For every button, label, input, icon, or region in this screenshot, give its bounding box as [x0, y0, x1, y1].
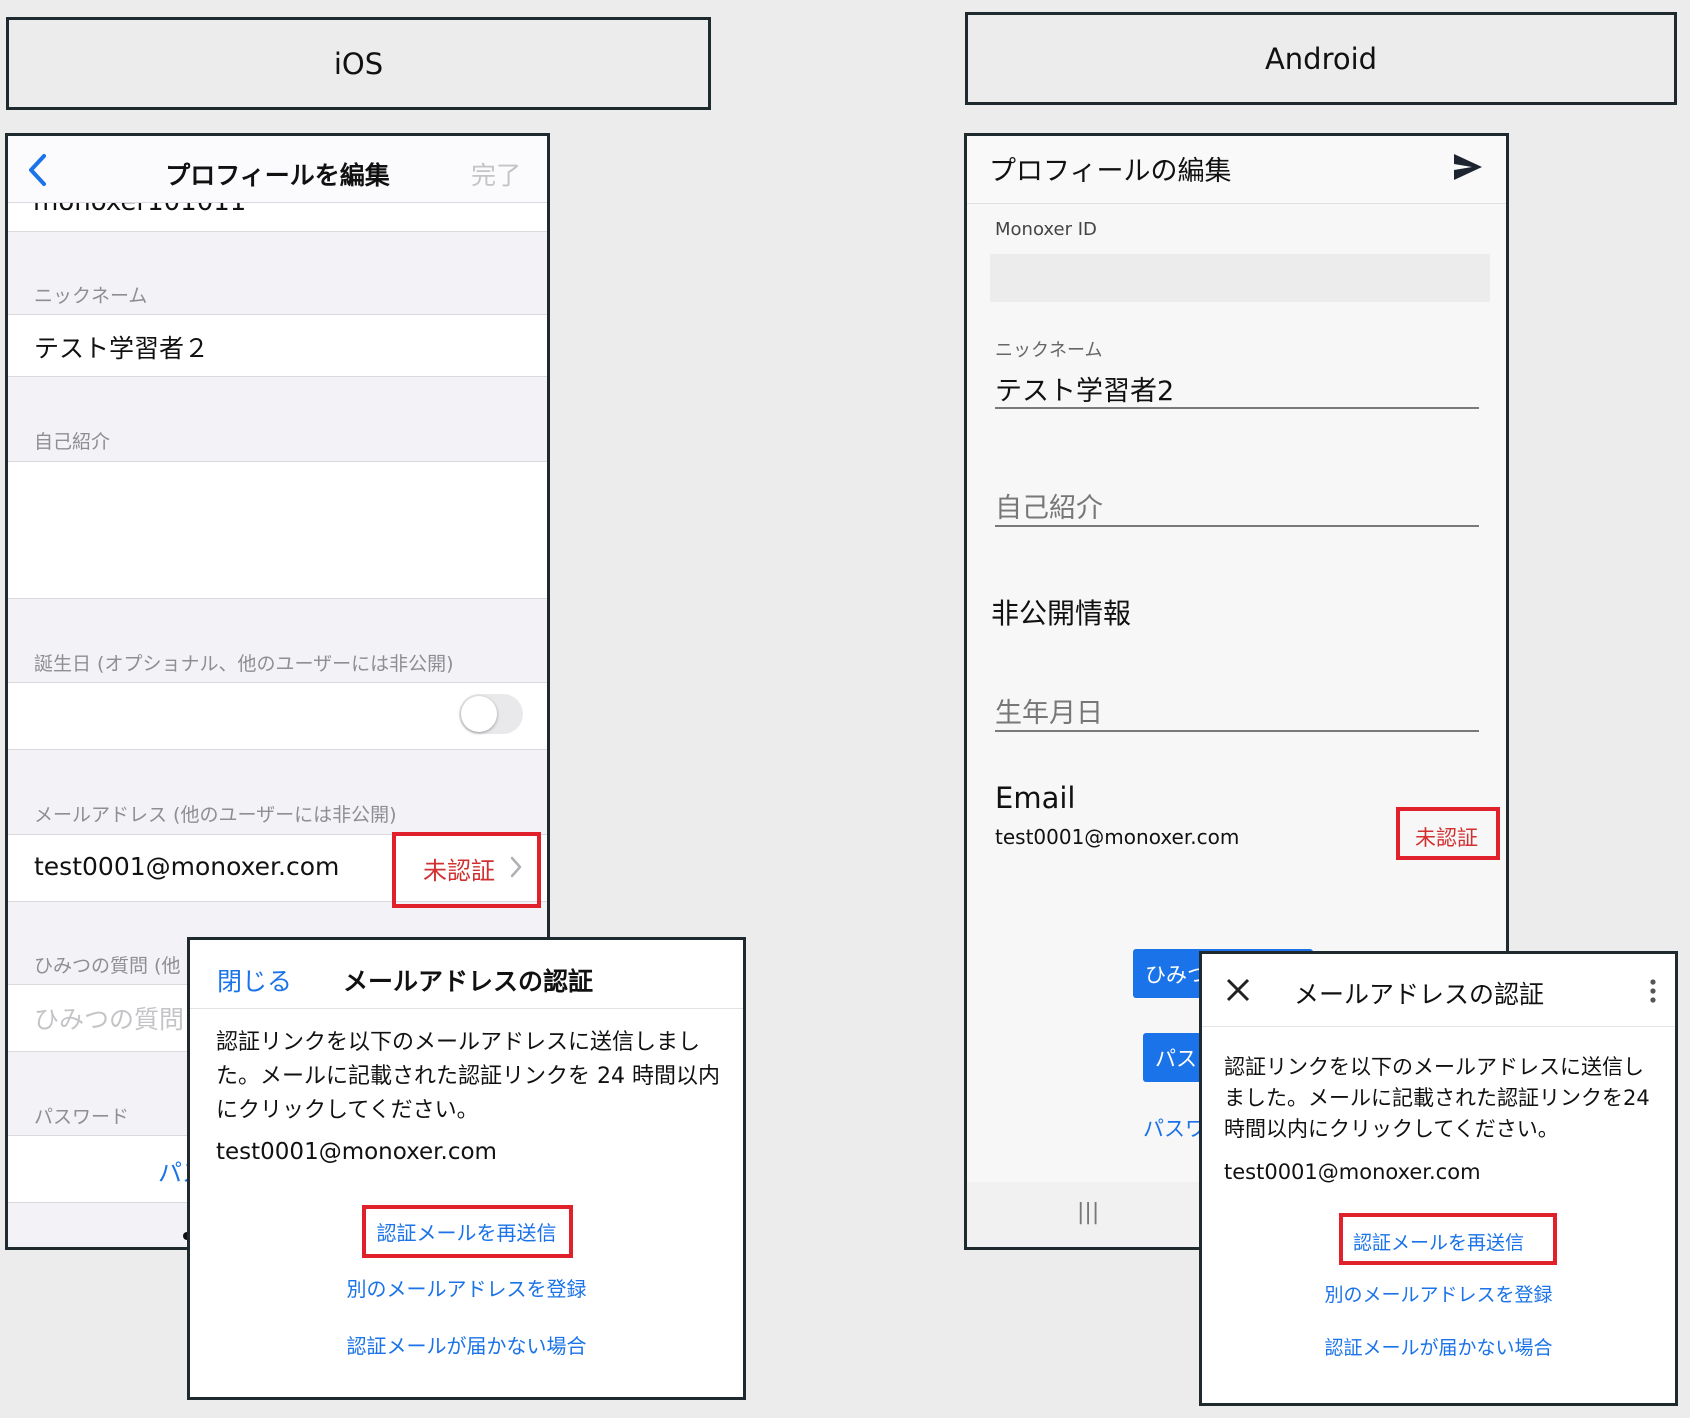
password-label: パスワード — [34, 1106, 130, 1128]
ios-modal-body: 認証リンクを以下のメールアドレスに送信しました。メールに記載された認証リンクを … — [216, 1030, 720, 1123]
android-page-title: プロフィールの編集 — [989, 156, 1232, 187]
close-button[interactable]: 閉じる — [217, 962, 292, 998]
android-app-bar: プロフィールの編集 — [967, 136, 1506, 204]
email-value: test0001@monoxer.com — [34, 852, 340, 881]
android-resend-highlight — [1339, 1213, 1557, 1265]
email-label: メールアドレス (他のユーザーには非公開) — [34, 804, 397, 826]
ios-register-other-link[interactable]: 別のメールアドレスを登録 — [190, 1273, 743, 1302]
ios-modal-title: メールアドレスの認証 — [343, 967, 594, 996]
ios-page-title: プロフィールを編集 — [165, 161, 390, 190]
android-modal-title: メールアドレスの認証 — [1294, 980, 1545, 1009]
toggle-knob — [461, 696, 497, 732]
ios-nav-bar: プロフィールを編集 完了 — [8, 136, 547, 203]
ios-unverified-highlight — [392, 832, 541, 908]
monoxer-id-label: Monoxer ID — [995, 219, 1097, 240]
ios-modal-email: test0001@monoxer.com — [216, 1139, 497, 1165]
bio-label: 自己紹介 — [34, 431, 111, 453]
private-info-heading: 非公開情報 — [991, 597, 1132, 630]
bio-textarea[interactable] — [8, 461, 547, 598]
more-vert-icon[interactable] — [1649, 978, 1657, 1004]
android-label-text: Android — [1264, 41, 1378, 76]
android-bio-field[interactable]: 自己紹介 — [995, 486, 1103, 525]
android-email-value: test0001@monoxer.com — [995, 825, 1240, 849]
monoxer-id-row: monoxer101011 — [8, 203, 547, 231]
ios-not-received-link[interactable]: 認証メールが届かない場合 — [190, 1330, 743, 1359]
birthday-toggle[interactable] — [459, 694, 523, 734]
ios-verify-modal: 閉じる メールアドレスの認証 認証リンクを以下のメールアドレスに送信しました。メ… — [187, 937, 746, 1400]
android-nickname-value[interactable]: テスト学習者2 — [995, 369, 1174, 408]
android-modal-email: test0001@monoxer.com — [1224, 1160, 1481, 1184]
recent-apps-icon[interactable]: ||| — [1077, 1200, 1099, 1225]
ios-resend-highlight — [362, 1205, 573, 1258]
android-email-heading: Email — [995, 781, 1076, 815]
android-not-received-link[interactable]: 認証メールが届かない場合 — [1202, 1333, 1675, 1360]
birthday-row — [8, 682, 547, 749]
ios-platform-label: iOS — [6, 17, 711, 110]
birthday-label: 誕生日 (オプショナル、他のユーザーには非公開) — [34, 653, 454, 675]
android-verify-modal: メールアドレスの認証 認証リンクを以下のメールアドレスに送信しました。メールに記… — [1199, 951, 1678, 1406]
secret-question-label: ひみつの質問 (他 — [34, 955, 181, 977]
android-birthday-field[interactable]: 生年月日 — [995, 691, 1103, 730]
android-modal-body: 認証リンクを以下のメールアドレスに送信しました。メールに記載された認証リンクを2… — [1224, 1055, 1650, 1141]
close-x-icon[interactable] — [1224, 976, 1252, 1004]
ios-label-text: iOS — [333, 46, 384, 81]
nickname-label: ニックネーム — [34, 285, 148, 307]
android-nickname-label: ニックネーム — [995, 340, 1103, 361]
android-platform-label: Android — [965, 12, 1677, 105]
android-register-other-link[interactable]: 別のメールアドレスを登録 — [1202, 1280, 1675, 1307]
nickname-value: テスト学習者２ — [34, 334, 210, 363]
done-button[interactable]: 完了 — [471, 156, 521, 192]
android-unverified-highlight — [1396, 807, 1500, 860]
monoxer-id-value: monoxer101011 — [33, 203, 246, 217]
monoxer-id-field — [990, 254, 1490, 302]
nickname-field[interactable]: テスト学習者２ — [8, 314, 547, 376]
send-icon[interactable] — [1452, 152, 1484, 182]
android-password-link[interactable]: パスワ — [1143, 1113, 1206, 1143]
secret-question-placeholder: ひみつの質問 — [34, 1005, 185, 1034]
